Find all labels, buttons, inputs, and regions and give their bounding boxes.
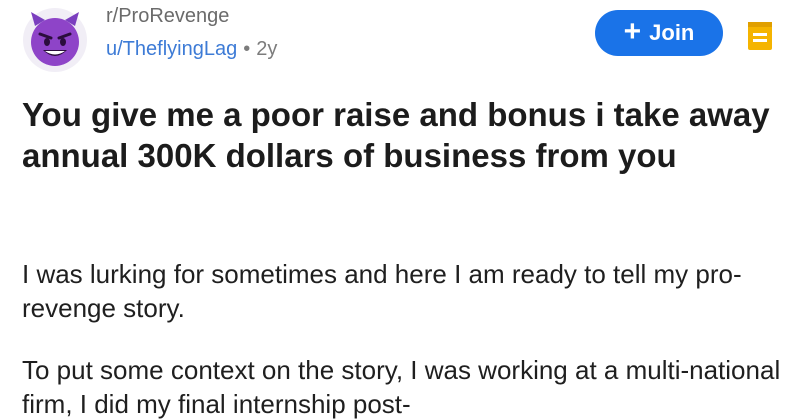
byline: u/TheflyingLag • 2y	[106, 34, 277, 64]
post-paragraph: To put some context on the story, I was …	[22, 355, 781, 419]
subreddit-avatar[interactable]	[23, 8, 87, 72]
author-username[interactable]: u/TheflyingLag	[106, 38, 237, 60]
post-meta: r/ProRevenge u/TheflyingLag • 2y	[106, 2, 277, 64]
subreddit-name[interactable]: r/ProRevenge	[106, 2, 277, 30]
separator-dot: •	[243, 38, 251, 60]
post-header: r/ProRevenge u/TheflyingLag • 2y + Join	[0, 0, 800, 80]
post-title[interactable]: You give me a poor raise and bonus i tak…	[22, 94, 782, 176]
post-paragraph: I was lurking for sometimes and here I a…	[22, 259, 742, 323]
join-button[interactable]: + Join	[595, 10, 723, 56]
devil-emoji-icon	[31, 12, 79, 66]
reddit-post-card: r/ProRevenge u/TheflyingLag • 2y + Join Yo…	[0, 0, 800, 420]
bookmark-icon[interactable]	[746, 20, 774, 52]
post-age: 2y	[256, 38, 278, 60]
plus-icon: +	[623, 14, 642, 48]
join-label: Join	[649, 20, 695, 45]
